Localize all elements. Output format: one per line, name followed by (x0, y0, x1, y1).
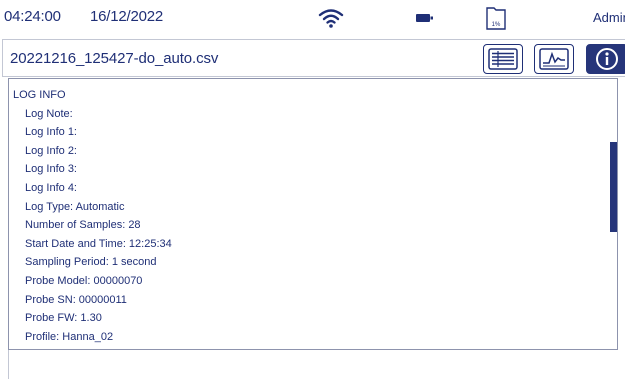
status-bar: 04:24:00 16/12/2022 1% Admin (0, 0, 625, 38)
storage-percent: 1% (491, 22, 501, 28)
list-view-icon (488, 48, 518, 70)
file-header: 20221216_125427-do_auto.csv (2, 39, 625, 77)
log-row-info-4: Log Info 4: (25, 181, 77, 194)
scrollbar-thumb[interactable] (610, 142, 617, 232)
log-info-title: LOG INFO (13, 89, 66, 101)
log-row-probe-model: Probe Model: 00000070 (25, 274, 143, 287)
log-info-list: LOG INFO Log Note: Log Info 1: Log Info … (13, 86, 172, 346)
battery-icon (416, 14, 433, 22)
log-row-info-3: Log Info 3: (25, 163, 77, 176)
wifi-icon (318, 9, 344, 28)
info-button[interactable] (586, 44, 625, 74)
log-row-start: Start Date and Time: 12:25:34 (25, 237, 172, 250)
log-row-samples: Number of Samples: 28 (25, 219, 141, 232)
scrollbar[interactable] (610, 79, 617, 349)
log-row-period: Sampling Period: 1 second (25, 256, 157, 269)
log-row-probe-sn: Probe SN: 00000011 (25, 293, 127, 306)
divider (8, 350, 9, 379)
log-row-info-1: Log Info 1: (25, 126, 77, 139)
log-row-note: Log Note: (25, 107, 73, 120)
status-date: 16/12/2022 (90, 8, 164, 25)
log-info-panel[interactable]: LOG INFO Log Note: Log Info 1: Log Info … (8, 78, 618, 350)
log-row-type: Log Type: Automatic (25, 200, 125, 213)
user-name[interactable]: Admin (593, 10, 625, 25)
log-row-info-2: Log Info 2: (25, 144, 77, 157)
storage-icon: 1% (485, 5, 507, 33)
log-row-profile: Profile: Hanna_02 (25, 330, 114, 343)
info-icon (596, 48, 618, 70)
graph-icon (539, 48, 569, 70)
log-row-probe-fw: Probe FW: 1.30 (25, 312, 102, 325)
file-name: 20221216_125427-do_auto.csv (10, 50, 219, 67)
graph-view-button[interactable] (534, 44, 574, 74)
table-view-button[interactable] (483, 44, 523, 74)
status-time: 04:24:00 (4, 8, 61, 25)
